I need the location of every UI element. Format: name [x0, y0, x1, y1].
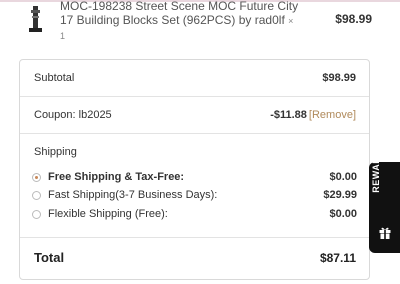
shipping-heading: Shipping: [34, 146, 77, 158]
shipping-radio-flexible[interactable]: [32, 210, 41, 219]
coupon-row: Coupon: lb2025 -$11.88 [Remove]: [20, 97, 369, 134]
gift-icon: [379, 227, 391, 239]
total-label: Total: [34, 250, 65, 265]
shipping-option-fast[interactable]: Fast Shipping(3-7 Business Days): $29.99: [32, 189, 357, 204]
product-price: $98.99: [335, 12, 372, 26]
product-thumbnail[interactable]: [22, 4, 48, 34]
shipping-option-label: Flexible Shipping (Free):: [48, 208, 168, 220]
rewards-button[interactable]: REWARDS: [369, 143, 400, 253]
subtotal-value: $98.99: [322, 72, 356, 84]
shipping-option-label: Fast Shipping(3-7 Business Days):: [48, 189, 218, 201]
shipping-radio-free[interactable]: [32, 173, 41, 182]
remove-coupon-link[interactable]: [Remove]: [309, 109, 356, 121]
divider: [20, 133, 369, 134]
product-title: MOC-198238 Street Scene MOC Future City …: [60, 0, 299, 27]
total-row: Total $87.11: [20, 238, 369, 280]
shipping-radio-fast[interactable]: [32, 191, 41, 200]
shipping-option-free[interactable]: Free Shipping & Tax-Free: $0.00: [32, 171, 357, 186]
order-totals-card: Subtotal $98.99 Coupon: lb2025 -$11.88 [R…: [19, 59, 370, 280]
subtotal-label: Subtotal: [34, 72, 75, 84]
shipping-option-label: Free Shipping & Tax-Free:: [48, 171, 185, 183]
shipping-option-price: $0.00: [329, 208, 357, 220]
coupon-value: -$11.88: [270, 109, 307, 121]
rewards-label: REWARDS: [371, 143, 381, 193]
total-value: $87.11: [319, 251, 356, 265]
coupon-label: Coupon: lb2025: [34, 109, 112, 121]
cart-product-row: MOC-198238 Street Scene MOC Future City …: [0, 0, 400, 44]
coupon-discount: -$11.88 [Remove]: [270, 109, 356, 121]
shipping-option-flexible[interactable]: Flexible Shipping (Free): $0.00: [32, 208, 357, 223]
shipping-option-price: $29.99: [323, 189, 357, 201]
shipping-option-price: $0.00: [329, 171, 357, 183]
product-name[interactable]: MOC-198238 Street Scene MOC Future City …: [60, 0, 300, 43]
subtotal-row: Subtotal $98.99: [20, 60, 369, 96]
